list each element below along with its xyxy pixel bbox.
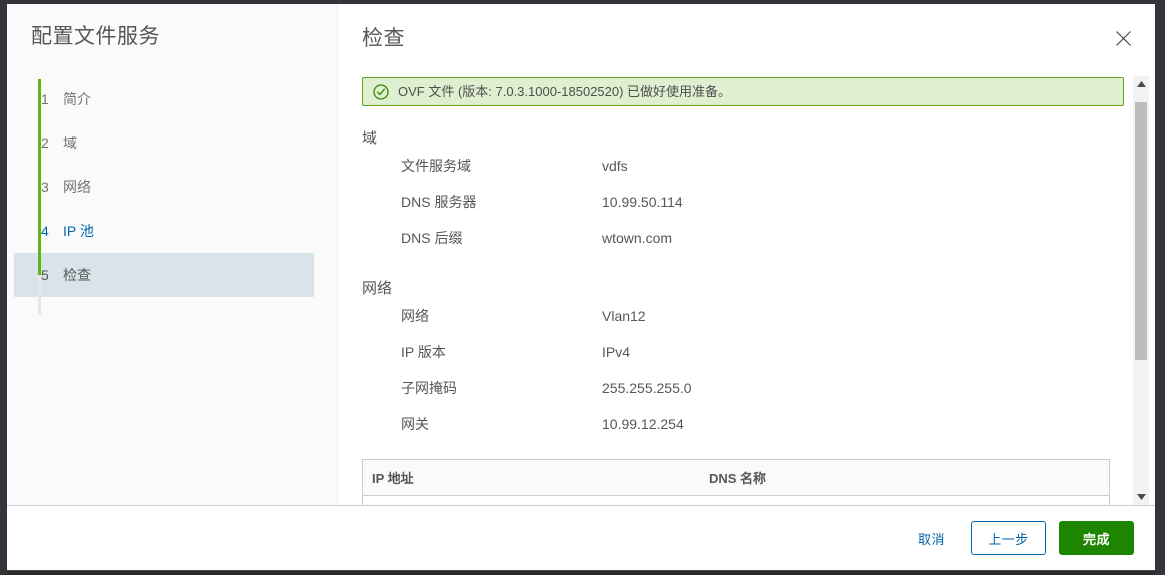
detail-label: DNS 服务器	[401, 194, 477, 210]
detail-label: 文件服务域	[401, 158, 471, 174]
detail-label: 网关	[401, 416, 429, 432]
sidebar-step-2-domain[interactable]: 2 域	[7, 121, 337, 165]
detail-value: 10.99.50.114	[602, 194, 683, 210]
wizard-steps: 1 简介 2 域 3 网络 4 IP 池 5 检查	[7, 77, 337, 316]
wizard-sidebar: 配置文件服务 1 简介 2 域 3 网络 4 IP 池 5 检查	[7, 4, 338, 505]
detail-row-gateway: 网关 10.99.12.254	[362, 406, 1124, 442]
main-header: 检查	[338, 4, 1155, 66]
back-button[interactable]: 上一步	[971, 521, 1046, 555]
step-number: 3	[41, 179, 49, 196]
configure-file-service-wizard: 配置文件服务 1 简介 2 域 3 网络 4 IP 池 5 检查 检查 OVF …	[7, 4, 1155, 571]
table-row[interactable]: 10.99.12.191 (主) vdfs01.wtown.com	[363, 496, 1109, 505]
step-number: 4	[41, 223, 49, 240]
step-label: 检查	[63, 267, 91, 284]
step-number: 2	[41, 135, 49, 152]
wizard-main-panel: 检查 OVF 文件 (版本: 7.0.3.1000-18502520) 已做好使…	[338, 4, 1155, 505]
step-number: 1	[41, 91, 49, 108]
cell-ip-address: 10.99.12.191 (主)	[363, 504, 707, 505]
detail-row-dns-server: DNS 服务器 10.99.50.114	[362, 184, 1124, 220]
wizard-body: 配置文件服务 1 简介 2 域 3 网络 4 IP 池 5 检查 检查 OVF …	[7, 4, 1155, 505]
review-content-region: OVF 文件 (版本: 7.0.3.1000-18502520) 已做好使用准备…	[338, 66, 1155, 505]
step-label: IP 池	[63, 223, 94, 240]
close-button[interactable]	[1109, 24, 1137, 52]
content-scrollbar[interactable]	[1132, 76, 1149, 505]
page-title: 检查	[362, 27, 405, 50]
detail-row-network: 网络 Vlan12	[362, 298, 1124, 334]
detail-label: 网络	[401, 308, 429, 324]
detail-value: wtown.com	[602, 230, 673, 246]
detail-label: IP 版本	[401, 344, 446, 360]
table-header-row: IP 地址 DNS 名称	[363, 460, 1109, 496]
sidebar-step-4-ip-pool[interactable]: 4 IP 池	[7, 209, 337, 253]
detail-value: 255.255.255.0	[602, 380, 692, 396]
detail-row-dns-suffix: DNS 后缀 wtown.com	[362, 220, 1124, 256]
section-title-domain: 域	[362, 130, 378, 147]
step-progress-rail	[38, 79, 41, 316]
column-header-ip-address[interactable]: IP 地址	[363, 468, 707, 487]
finish-button[interactable]: 完成	[1059, 521, 1134, 555]
step-label: 网络	[63, 179, 91, 196]
column-header-dns-name[interactable]: DNS 名称	[707, 468, 1109, 487]
detail-value: Vlan12	[602, 308, 646, 324]
scroll-up-button[interactable]	[1133, 76, 1149, 92]
desktop-right-strip	[1155, 0, 1165, 575]
caret-up-icon	[1136, 81, 1146, 87]
scroll-thumb[interactable]	[1135, 102, 1147, 360]
detail-value: IPv4	[602, 344, 631, 360]
step-label: 域	[63, 135, 77, 152]
sidebar-step-3-network[interactable]: 3 网络	[7, 165, 337, 209]
status-banner-success: OVF 文件 (版本: 7.0.3.1000-18502520) 已做好使用准备…	[362, 77, 1124, 106]
caret-down-icon	[1136, 494, 1146, 500]
sidebar-step-5-review[interactable]: 5 检查	[14, 253, 314, 298]
step-number: 5	[41, 267, 49, 284]
status-banner-text: OVF 文件 (版本: 7.0.3.1000-18502520) 已做好使用准备…	[398, 84, 732, 99]
detail-row-ip-version: IP 版本 IPv4	[362, 334, 1124, 370]
wizard-title: 配置文件服务	[31, 25, 160, 48]
desktop-left-strip	[0, 0, 7, 575]
wizard-footer: 取消 上一步 完成	[7, 505, 1155, 570]
sidebar-step-1-intro[interactable]: 1 简介	[7, 77, 337, 121]
detail-value: vdfs	[602, 158, 628, 174]
scroll-down-button[interactable]	[1133, 489, 1149, 505]
step-progress-fill	[38, 79, 41, 276]
section-title-network: 网络	[362, 280, 393, 297]
check-circle-icon	[373, 83, 389, 100]
cancel-button[interactable]: 取消	[904, 521, 959, 555]
review-content: OVF 文件 (版本: 7.0.3.1000-18502520) 已做好使用准备…	[338, 66, 1132, 505]
detail-label: DNS 后缀	[401, 230, 463, 246]
detail-value: 10.99.12.254	[602, 416, 684, 432]
close-icon	[1115, 30, 1131, 46]
ip-pool-table: IP 地址 DNS 名称 10.99.12.191 (主) vdfs01.wto…	[362, 459, 1110, 505]
step-label: 简介	[63, 91, 91, 108]
detail-label: 子网掩码	[401, 380, 457, 396]
detail-row-subnet-mask: 子网掩码 255.255.255.0	[362, 370, 1124, 406]
detail-row-file-service-domain: 文件服务域 vdfs	[362, 148, 1124, 184]
